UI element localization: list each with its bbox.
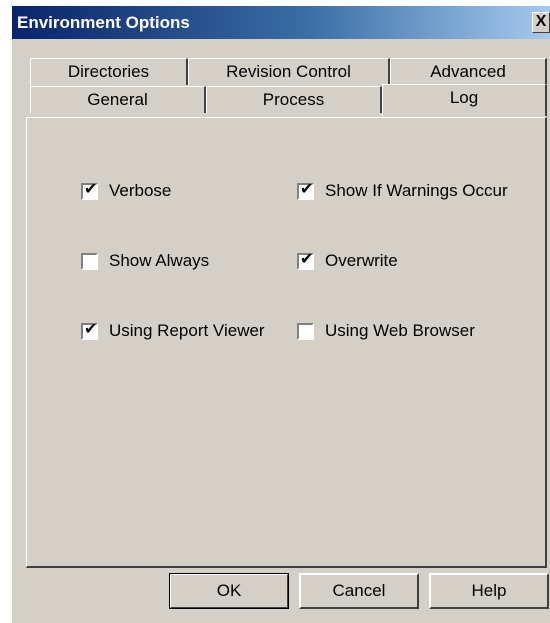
tab-label: General (87, 90, 148, 109)
using-web-browser-checkbox[interactable] (297, 322, 314, 340)
cancel-label: Cancel (332, 581, 386, 600)
show-always-checkbox[interactable] (81, 252, 98, 270)
title-bar[interactable]: Environment Options X (12, 6, 550, 39)
overwrite-checkbox[interactable]: ✔ (297, 250, 314, 270)
using-web-browser-label: Using Web Browser (325, 321, 475, 340)
close-button[interactable]: X (532, 12, 550, 33)
window-title: Environment Options (17, 13, 190, 32)
using-report-viewer-option[interactable]: ✔ Using Report Viewer (81, 321, 265, 341)
ok-label: OK (216, 581, 242, 600)
help-label: Help (471, 581, 507, 600)
show-if-warnings-option[interactable]: ✔ Show If Warnings Occur (297, 181, 508, 201)
tab-label: Revision Control (226, 62, 351, 81)
verbose-label: Verbose (109, 181, 172, 200)
checkmark-icon: ✔ (300, 180, 314, 198)
tab-log[interactable]: Log (382, 84, 547, 116)
using-report-viewer-label: Using Report Viewer (109, 321, 265, 340)
log-tab-panel: ✔ Verbose ✔ Show If Warnings Occur Show … (26, 117, 547, 568)
show-always-label: Show Always (109, 251, 210, 270)
tab-directories[interactable]: Directories (30, 58, 188, 85)
close-icon: X (535, 13, 547, 30)
verbose-option[interactable]: ✔ Verbose (81, 181, 171, 201)
tab-general[interactable]: General (30, 86, 206, 113)
using-web-browser-option[interactable]: Using Web Browser (297, 321, 475, 341)
tab-process[interactable]: Process (206, 86, 382, 113)
tab-label: Advanced (430, 62, 506, 81)
tab-label: Directories (67, 62, 150, 81)
show-always-option[interactable]: Show Always (81, 251, 209, 271)
checkmark-icon: ✔ (84, 320, 98, 338)
tab-label: Log (449, 88, 479, 107)
tab-label: Process (262, 90, 325, 109)
show-if-warnings-label: Show If Warnings Occur (325, 181, 508, 200)
ok-button[interactable]: OK (169, 573, 289, 609)
overwrite-label: Overwrite (325, 251, 398, 270)
show-if-warnings-checkbox[interactable]: ✔ (297, 180, 314, 200)
checkmark-icon: ✔ (300, 250, 314, 268)
help-button[interactable]: Help (429, 573, 549, 609)
overwrite-option[interactable]: ✔ Overwrite (297, 251, 398, 271)
environment-options-dialog: Environment Options X Directories Revisi… (11, 5, 550, 623)
tab-advanced[interactable]: Advanced (390, 58, 547, 85)
tab-revision-control[interactable]: Revision Control (188, 58, 390, 85)
cancel-button[interactable]: Cancel (299, 573, 419, 609)
checkmark-icon: ✔ (84, 180, 98, 198)
verbose-checkbox[interactable]: ✔ (81, 180, 98, 200)
using-report-viewer-checkbox[interactable]: ✔ (81, 320, 98, 340)
